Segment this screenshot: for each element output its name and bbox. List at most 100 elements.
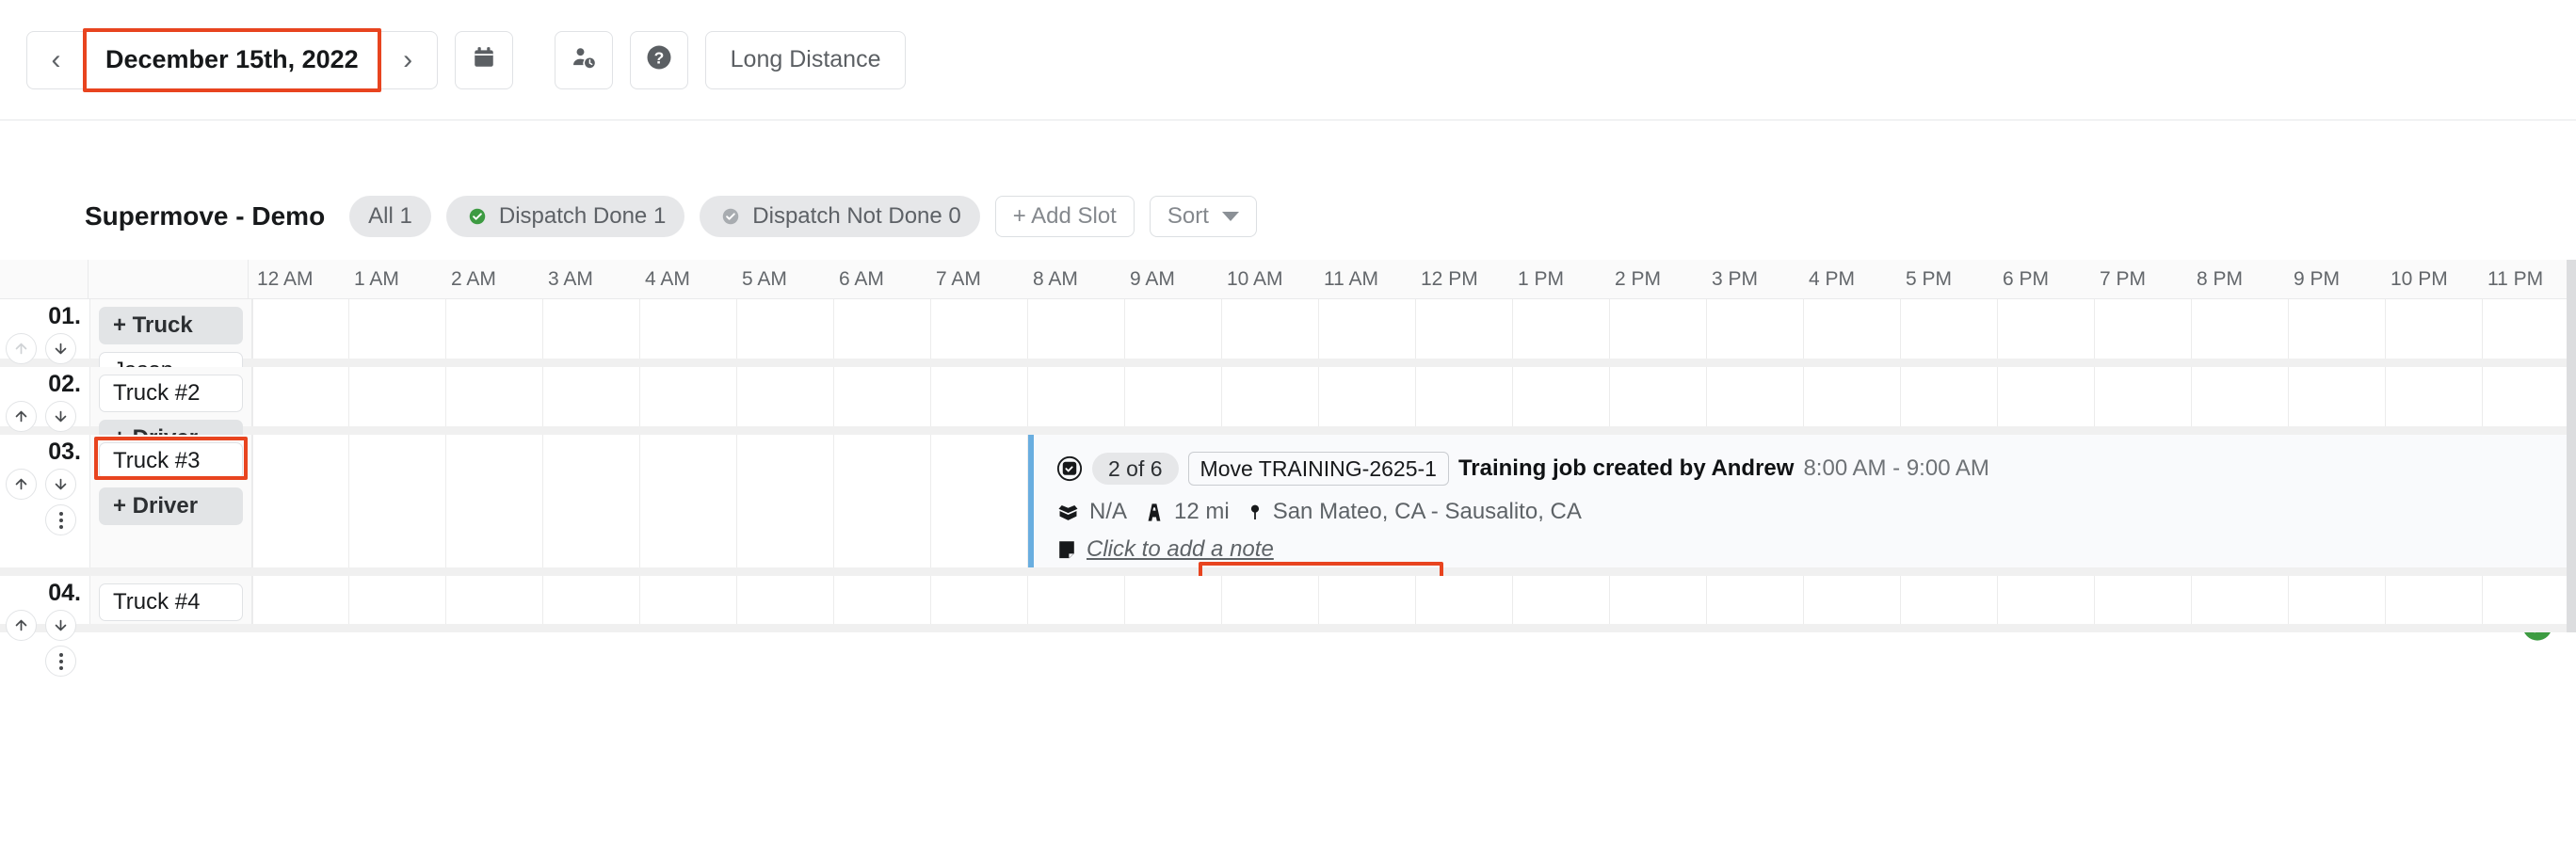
timeline-cell[interactable] [931, 299, 1028, 359]
timeline-cell[interactable] [2483, 299, 2576, 359]
row-more-options-button[interactable] [45, 646, 76, 677]
timeline-cell[interactable] [1610, 576, 1707, 624]
timeline-cell[interactable] [543, 299, 640, 359]
timeline-cell[interactable] [1028, 367, 1125, 426]
row-timeline[interactable] [252, 299, 2576, 359]
next-day-button[interactable]: › [378, 30, 438, 89]
timeline-cell[interactable] [446, 576, 543, 624]
move-row-down-button[interactable] [45, 610, 76, 641]
current-date-display[interactable]: December 15th, 2022 [83, 27, 381, 92]
timeline-cell[interactable] [1901, 367, 1998, 426]
timeline-cell[interactable] [1416, 576, 1513, 624]
timeline-cell[interactable] [1998, 299, 2095, 359]
vertical-scrollbar[interactable] [2567, 260, 2576, 632]
sort-button[interactable]: Sort [1149, 196, 1257, 237]
move-row-down-button[interactable] [45, 469, 76, 500]
timeline-cell[interactable] [1222, 367, 1319, 426]
timeline-cell[interactable] [737, 435, 834, 567]
timeline-cell[interactable] [1707, 367, 1804, 426]
timeline-cell[interactable] [931, 435, 1028, 567]
timeline-cell[interactable] [1610, 299, 1707, 359]
timeline-cell[interactable] [640, 367, 737, 426]
timeline-cell[interactable] [1513, 299, 1610, 359]
timeline-cell[interactable] [1125, 299, 1222, 359]
timeline-cell[interactable] [1707, 576, 1804, 624]
timeline-cell[interactable] [252, 435, 349, 567]
timeline-cell[interactable] [737, 367, 834, 426]
timeline-cell[interactable] [543, 367, 640, 426]
timeline-cell[interactable] [737, 576, 834, 624]
timeline-cell[interactable] [1707, 299, 1804, 359]
timeline-cell[interactable] [2386, 367, 2483, 426]
timeline-cell[interactable] [2386, 299, 2483, 359]
previous-day-button[interactable]: ‹ [26, 30, 85, 89]
timeline-cell[interactable] [1416, 367, 1513, 426]
add-assignment-chip[interactable]: + Driver [99, 487, 243, 525]
move-row-up-button[interactable] [6, 401, 37, 432]
timeline-cell[interactable] [1319, 576, 1416, 624]
long-distance-button[interactable]: Long Distance [704, 30, 907, 89]
assignment-chip[interactable]: Truck #2 [99, 375, 243, 412]
timeline-cell[interactable] [1513, 576, 1610, 624]
filter-pill-dispatch-not-done[interactable]: Dispatch Not Done 0 [700, 196, 980, 237]
timeline-cell[interactable] [640, 576, 737, 624]
help-button[interactable]: ? [629, 30, 688, 89]
timeline-cell[interactable] [1804, 299, 1901, 359]
timeline-cell[interactable] [349, 576, 446, 624]
timeline-cell[interactable] [1610, 367, 1707, 426]
timeline-cell[interactable] [1998, 367, 2095, 426]
timeline-cell[interactable] [1416, 299, 1513, 359]
move-row-up-button[interactable] [6, 469, 37, 500]
crew-availability-button[interactable] [554, 30, 613, 89]
timeline-cell[interactable] [1513, 367, 1610, 426]
timeline-cell[interactable] [2289, 299, 2386, 359]
timeline-cell[interactable] [2386, 576, 2483, 624]
timeline-cell[interactable] [543, 576, 640, 624]
row-timeline[interactable] [252, 367, 2576, 426]
timeline-cell[interactable] [446, 299, 543, 359]
timeline-cell[interactable] [349, 299, 446, 359]
timeline-cell[interactable] [1901, 299, 1998, 359]
timeline-cell[interactable] [1319, 299, 1416, 359]
timeline-cell[interactable] [1028, 299, 1125, 359]
move-row-down-button[interactable] [45, 333, 76, 364]
filter-pill-all[interactable]: All 1 [349, 196, 431, 237]
timeline-cell[interactable] [1998, 576, 2095, 624]
move-row-up-button[interactable] [6, 610, 37, 641]
calendar-picker-button[interactable] [454, 30, 513, 89]
assignment-chip[interactable]: Truck #4 [99, 583, 243, 621]
timeline-cell[interactable] [1804, 367, 1901, 426]
timeline-cell[interactable] [1125, 367, 1222, 426]
move-row-down-button[interactable] [45, 401, 76, 432]
row-more-options-button[interactable] [45, 504, 76, 535]
timeline-cell[interactable] [834, 435, 931, 567]
timeline-cell[interactable] [2289, 576, 2386, 624]
timeline-cell[interactable] [349, 435, 446, 567]
job-identifier[interactable]: Move TRAINING-2625-1 [1187, 452, 1449, 486]
timeline-cell[interactable] [1125, 576, 1222, 624]
timeline-cell[interactable] [349, 367, 446, 426]
timeline-cell[interactable] [640, 435, 737, 567]
timeline-cell[interactable] [252, 576, 349, 624]
timeline-cell[interactable] [2483, 576, 2576, 624]
timeline-cell[interactable] [446, 435, 543, 567]
timeline-cell[interactable] [1028, 576, 1125, 624]
add-assignment-chip[interactable]: + Truck [99, 307, 243, 344]
timeline-cell[interactable] [834, 299, 931, 359]
timeline-cell[interactable] [2192, 576, 2289, 624]
job-card[interactable]: 2 of 6 Move TRAINING-2625-1 Training job c… [1028, 435, 2576, 641]
timeline-cell[interactable] [640, 299, 737, 359]
timeline-cell[interactable] [931, 576, 1028, 624]
timeline-cell[interactable] [1222, 576, 1319, 624]
timeline-cell[interactable] [1319, 367, 1416, 426]
timeline-cell[interactable] [252, 299, 349, 359]
timeline-cell[interactable] [252, 367, 349, 426]
filter-pill-dispatch-done[interactable]: Dispatch Done 1 [445, 196, 685, 237]
timeline-cell[interactable] [2483, 367, 2576, 426]
row-timeline[interactable]: 2 of 6 Move TRAINING-2625-1 Training job c… [252, 435, 2576, 641]
timeline-cell[interactable] [931, 367, 1028, 426]
timeline-cell[interactable] [834, 576, 931, 624]
timeline-cell[interactable] [2095, 367, 2192, 426]
add-slot-button[interactable]: + Add Slot [994, 196, 1135, 237]
timeline-cell[interactable] [1804, 576, 1901, 624]
